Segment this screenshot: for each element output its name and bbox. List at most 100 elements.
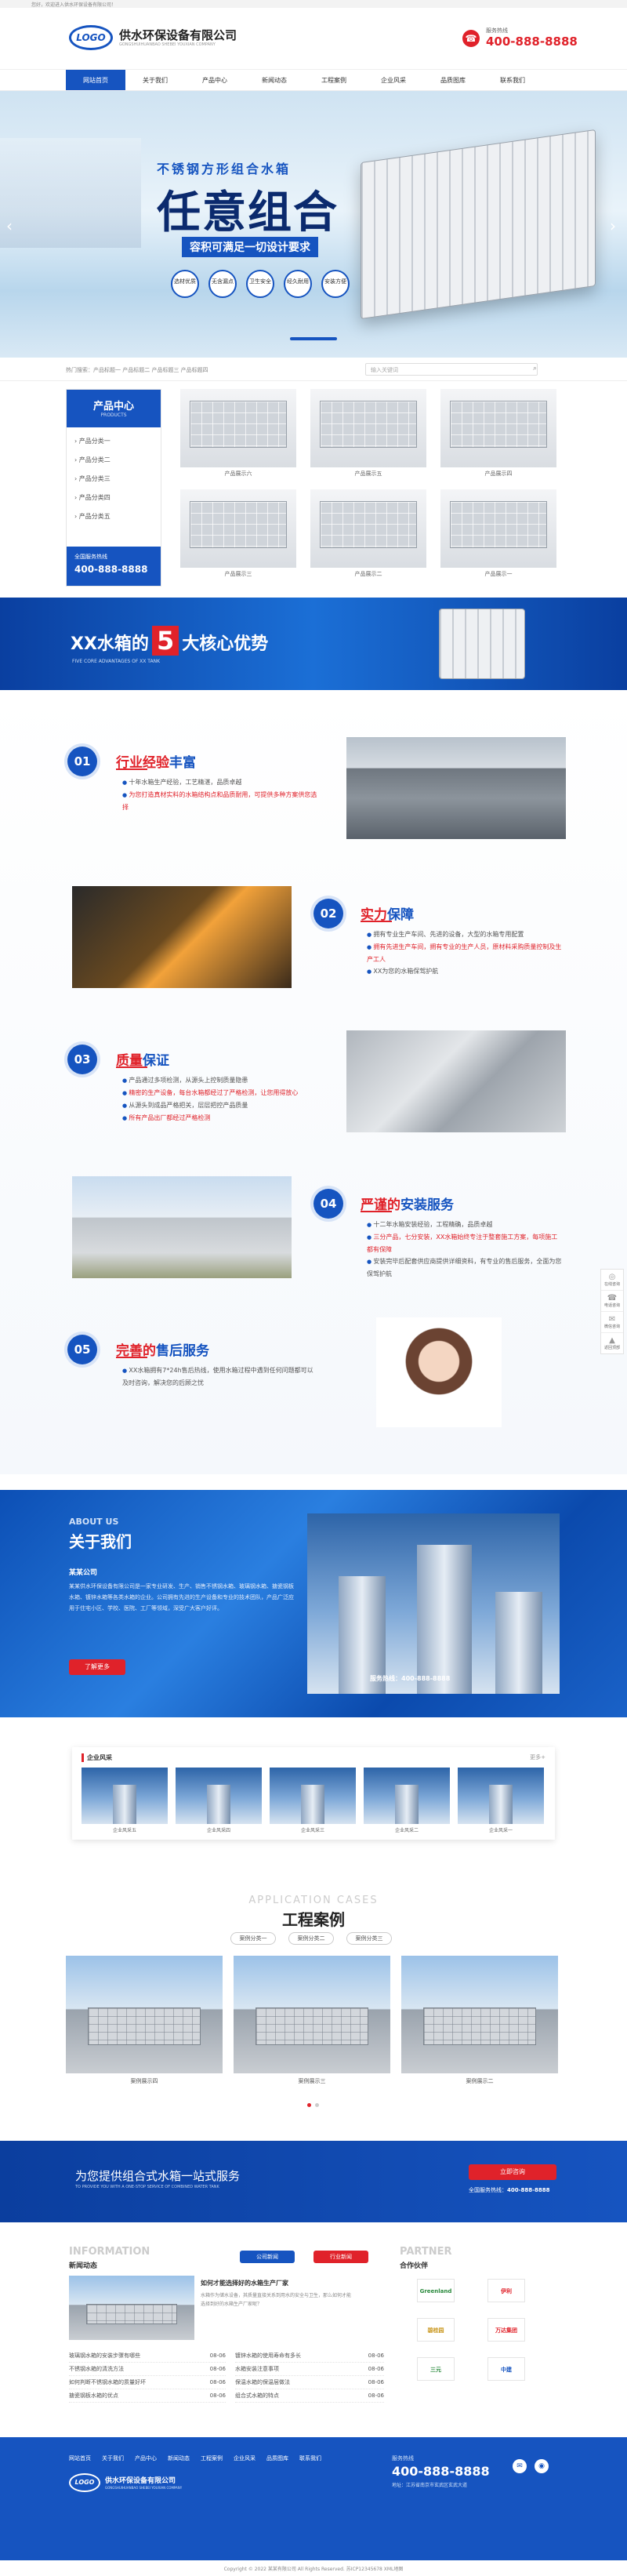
float-item[interactable]: ✉ 微信咨询 (601, 1312, 623, 1333)
case-caption: 案例展示三 (298, 2078, 326, 2084)
product-card[interactable]: 产品展示六 (180, 389, 296, 478)
category-item[interactable]: › 产品分类一 (74, 432, 153, 451)
footer-logo[interactable]: LOGO (69, 2473, 100, 2492)
steel-sheets-image (346, 1030, 566, 1132)
case-dot[interactable] (307, 2103, 311, 2107)
footer-nav-item[interactable]: 产品中心 (135, 2454, 157, 2462)
header: LOGO 供水环保设备有限公司 GONGSHUIHUANBAO SHEBEI Y… (0, 8, 627, 69)
prev-arrow-icon[interactable]: ‹ (6, 216, 13, 235)
partner-logo[interactable]: 万达集团 (487, 2318, 525, 2342)
search-icon[interactable]: ⌕ (533, 365, 537, 372)
partner-logo[interactable]: 伊利 (487, 2279, 525, 2302)
news-item[interactable]: 不锈钢水箱的清洗方法 08-06 (69, 2363, 226, 2376)
case-card[interactable]: 案例展示三 (234, 1956, 390, 2085)
nav-item-contact[interactable]: 联系我们 (483, 70, 542, 90)
style-card[interactable]: 企业风采四 (176, 1768, 262, 1833)
footer-nav-item[interactable]: 企业风采 (234, 2454, 256, 2462)
float-item[interactable]: ▲ 返回顶部 (601, 1333, 623, 1353)
float-sidebar: ◎ 在线咨询 ☎ 电话咨询 ✉ 微信咨询 ▲ 返回顶部 (600, 1269, 624, 1354)
footer-company-en: GONGSHUIHUANBAO SHEBEI YOUXIAN COMPANY (105, 2486, 183, 2490)
cta-phone: 全国服务热线：400-888-8888 (469, 2187, 550, 2193)
news-item[interactable]: 组合式水箱的特点 08-06 (235, 2389, 384, 2403)
style-caption: 企业风采五 (112, 1828, 136, 1833)
product-card[interactable]: 产品展示五 (310, 389, 426, 478)
partner-title: 合作伙伴 (400, 2262, 429, 2270)
nav-item-about[interactable]: 关于我们 (125, 70, 185, 90)
adv-number: 04 (314, 1189, 343, 1219)
float-item[interactable]: ☎ 电话咨询 (601, 1291, 623, 1312)
sidebar-phone-number: 400-888-8888 (74, 564, 148, 575)
qq-icon[interactable]: ◉ (535, 2459, 549, 2473)
style-card[interactable]: 企业风采一 (458, 1768, 544, 1833)
category-item[interactable]: › 产品分类四 (74, 489, 153, 507)
adv-item: 拥有专业生产车间、先进的设备，大型的水箱专用配置 (367, 928, 563, 941)
category-item[interactable]: › 产品分类三 (74, 470, 153, 489)
category-item[interactable]: › 产品分类二 (74, 451, 153, 470)
adv-item: 产品通过多项检测，从源头上控制质量隐患 (122, 1074, 318, 1087)
style-card[interactable]: 企业风采三 (270, 1768, 356, 1833)
nav-item-products[interactable]: 产品中心 (185, 70, 245, 90)
news-feature-title[interactable]: 如何才能选择好的水箱生产厂家 (201, 2279, 288, 2287)
nav-item-news[interactable]: 新闻动态 (245, 70, 304, 90)
logo[interactable]: LOGO (69, 25, 113, 50)
partner-logo[interactable]: 中建 (487, 2357, 525, 2381)
float-item[interactable]: ◎ 在线咨询 (601, 1270, 623, 1291)
partner-logo[interactable]: 碧桂园 (417, 2318, 455, 2342)
news-tab-industry[interactable]: 行业新闻 (314, 2251, 368, 2263)
adv-item: XX水箱拥有7*24h售后热线，使用水箱过程中遇到任何问题都可以及时咨询，解决您… (122, 1364, 318, 1389)
slider-indicator[interactable] (290, 337, 337, 340)
case-card[interactable]: 案例展示二 (401, 1956, 558, 2085)
style-card[interactable]: 企业风采二 (364, 1768, 450, 1833)
news-tab-company[interactable]: 公司新闻 (240, 2251, 295, 2263)
adv-item: 十二年水箱安装经验，工程精确，品质卓越 (367, 1219, 563, 1231)
arrow-up-icon: ▲ (609, 1336, 615, 1345)
category-item[interactable]: › 产品分类五 (74, 507, 153, 526)
case-card[interactable]: 案例展示四 (66, 1956, 223, 2085)
case-tab[interactable]: 案例分类一 (230, 1932, 276, 1945)
news-item[interactable]: 玻璃钢水箱的安装步骤有哪些 08-06 (69, 2349, 226, 2363)
case-tab[interactable]: 案例分类三 (346, 1932, 392, 1945)
next-arrow-icon[interactable]: › (610, 216, 616, 235)
search-input[interactable]: 输入关键词 (365, 363, 538, 376)
news-item[interactable]: 保温水箱的保温层做法 08-06 (235, 2376, 384, 2389)
footer-nav-item[interactable]: 品质图库 (266, 2454, 288, 2462)
laser-cutting-image (72, 886, 292, 988)
cta-section: 为您提供组合式水箱一站式服务 TO PROVIDE YOU WITH A ONE… (0, 2141, 627, 2222)
nav-item-home[interactable]: 网站首页 (66, 70, 125, 90)
about-more-button[interactable]: 了解更多 (69, 1659, 125, 1675)
hero-banner: 不锈钢方形组合水箱 任意组合 容积可满足一切设计要求 选材优质 无含漏点 卫生安… (0, 91, 627, 358)
sidebar-title-en: PRODUCTS (100, 412, 127, 418)
product-card[interactable]: 产品展示一 (440, 489, 556, 578)
style-card[interactable]: 企业风采五 (82, 1768, 168, 1833)
footer-nav-item[interactable]: 新闻动态 (168, 2454, 190, 2462)
footer-nav-item[interactable]: 关于我们 (102, 2454, 124, 2462)
news-item[interactable]: 如何判断不锈钢水箱的质量好坏 08-06 (69, 2376, 226, 2389)
cta-consult-button[interactable]: 立即咨询 (469, 2164, 556, 2180)
product-card[interactable]: 产品展示三 (180, 489, 296, 578)
partner-logo[interactable]: Greenland (417, 2279, 455, 2302)
news-item[interactable]: 镀锌水箱的使用寿命有多长 08-06 (235, 2349, 384, 2363)
product-grid: 产品展示六 产品展示五 产品展示四 产品展示三 产品展示二 产品展示一 (172, 389, 564, 587)
phone-icon: ☎ (607, 1294, 618, 1303)
nav-item-gallery[interactable]: 品质图库 (423, 70, 483, 90)
advantage-banner: XX水箱的 5 大核心优势 FIVE CORE ADVANTAGES OF XX T… (0, 598, 627, 690)
product-sidebar: 产品中心 PRODUCTS › 产品分类一 › 产品分类二 › 产品分类三 › … (66, 389, 161, 587)
partner-logo[interactable]: 三元 (417, 2357, 455, 2381)
news-item[interactable]: 搪瓷钢板水箱的优点 08-06 (69, 2389, 226, 2403)
footer-nav-item[interactable]: 工程案例 (201, 2454, 223, 2462)
footer-address: 地址：江苏省南京市玄武区玄武大道 (392, 2483, 468, 2488)
company-name-en: GONGSHUIHUANBAO SHEBEI YOUXIAN COMPANY (119, 42, 216, 47)
product-card[interactable]: 产品展示二 (310, 489, 426, 578)
case-dot[interactable] (315, 2103, 319, 2107)
wechat-icon[interactable]: ✉ (513, 2459, 527, 2473)
nav-item-cases[interactable]: 工程案例 (304, 70, 364, 90)
case-tab[interactable]: 案例分类二 (288, 1932, 334, 1945)
divider (116, 1066, 147, 1068)
footer-nav-item[interactable]: 网站首页 (69, 2454, 91, 2462)
news-item[interactable]: 水箱安装注意事项 08-06 (235, 2363, 384, 2376)
nav-item-style[interactable]: 企业风采 (364, 70, 423, 90)
product-card[interactable]: 产品展示四 (440, 389, 556, 478)
footer-nav-item[interactable]: 联系我们 (299, 2454, 321, 2462)
style-more-link[interactable]: 更多+ (530, 1753, 545, 1761)
category-list: › 产品分类一 › 产品分类二 › 产品分类三 › 产品分类四 › 产品分类五 (67, 427, 161, 531)
